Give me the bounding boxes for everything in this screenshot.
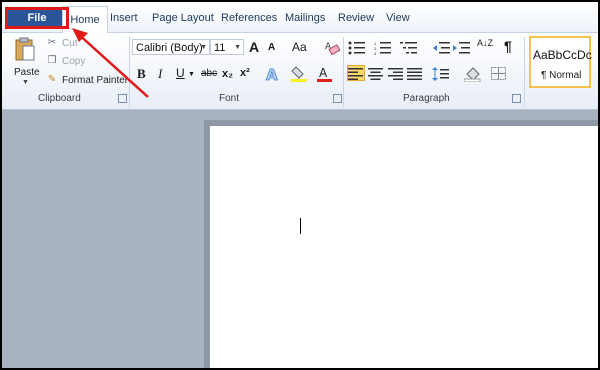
align-center-icon[interactable] bbox=[368, 67, 386, 81]
file-tab-highlight-box bbox=[5, 7, 69, 29]
scissors-icon: ✂ bbox=[47, 37, 57, 48]
paste-button[interactable]: Paste bbox=[14, 67, 40, 78]
document-page[interactable] bbox=[210, 126, 598, 368]
shrink-font-button[interactable]: A bbox=[268, 42, 275, 53]
align-right-icon[interactable] bbox=[388, 67, 406, 81]
font-group-label: Font bbox=[219, 93, 240, 104]
shading-icon[interactable] bbox=[463, 66, 482, 83]
underline-button[interactable]: U bbox=[176, 66, 185, 80]
tab-mailings[interactable]: Mailings bbox=[285, 2, 325, 32]
ribbon-home: Paste ▼ ✂ Cut ❐ Copy ✎ Format Painter Cl… bbox=[2, 33, 598, 110]
document-workspace bbox=[2, 110, 598, 368]
numbering-icon[interactable]: 123 bbox=[374, 41, 392, 56]
bold-button[interactable]: B bbox=[137, 66, 146, 82]
group-divider bbox=[343, 37, 344, 107]
svg-text:A: A bbox=[319, 66, 328, 80]
format-painter-button[interactable]: ✎ Format Painter bbox=[46, 73, 128, 87]
group-divider bbox=[524, 37, 525, 107]
tab-insert[interactable]: Insert bbox=[110, 2, 138, 32]
paintbrush-icon: ✎ bbox=[47, 74, 57, 85]
paragraph-group-label: Paragraph bbox=[403, 93, 450, 104]
clear-formatting-icon[interactable]: A bbox=[324, 39, 341, 56]
tab-page-layout[interactable]: Page Layout bbox=[152, 2, 214, 32]
font-name-combo[interactable]: Calibri (Body) ▼ bbox=[132, 39, 210, 55]
svg-text:3: 3 bbox=[374, 51, 377, 55]
format-painter-label: Format Painter bbox=[62, 74, 129, 86]
copy-button[interactable]: ❐ Copy bbox=[46, 54, 86, 68]
justify-icon[interactable] bbox=[407, 67, 425, 81]
decrease-indent-icon[interactable] bbox=[433, 41, 451, 55]
borders-icon[interactable] bbox=[491, 67, 509, 81]
underline-dropdown-icon[interactable]: ▼ bbox=[188, 71, 195, 78]
paste-dropdown-icon[interactable]: ▼ bbox=[22, 79, 29, 86]
align-left-icon bbox=[348, 67, 366, 81]
style-sample-text: AaBbCcDc bbox=[533, 48, 592, 62]
ribbon-tab-bar: File Home Insert Page Layout References … bbox=[2, 2, 598, 34]
text-effects-icon[interactable]: A bbox=[264, 65, 282, 85]
font-color-icon[interactable]: A bbox=[316, 65, 334, 83]
style-name-label: ¶ Normal bbox=[541, 70, 582, 81]
show-hide-marks-button[interactable]: ¶ bbox=[504, 38, 512, 54]
tab-references[interactable]: References bbox=[221, 2, 277, 32]
copy-label: Copy bbox=[62, 55, 86, 67]
highlighter-icon[interactable] bbox=[290, 65, 310, 83]
style-normal-tile[interactable]: AaBbCcDc ¶ Normal bbox=[529, 36, 592, 88]
word-window: File Home Insert Page Layout References … bbox=[0, 0, 600, 370]
svg-text:A: A bbox=[266, 66, 278, 83]
increase-indent-icon[interactable] bbox=[453, 41, 471, 55]
paste-icon[interactable] bbox=[14, 37, 36, 63]
cut-label: Cut bbox=[62, 37, 78, 49]
chevron-down-icon[interactable]: ▼ bbox=[200, 40, 207, 56]
multilevel-list-icon[interactable] bbox=[400, 41, 418, 55]
tab-view[interactable]: View bbox=[386, 2, 410, 32]
clipboard-dialog-launcher-icon[interactable] bbox=[118, 94, 127, 103]
cut-button[interactable]: ✂ Cut bbox=[46, 36, 78, 50]
font-size-value: 11 bbox=[214, 42, 226, 54]
copy-icon: ❐ bbox=[47, 55, 57, 66]
italic-button[interactable]: I bbox=[158, 66, 162, 82]
superscript-button[interactable]: x² bbox=[240, 67, 250, 79]
tab-review[interactable]: Review bbox=[338, 2, 374, 32]
line-spacing-icon[interactable] bbox=[432, 67, 450, 81]
change-case-button[interactable]: Aa bbox=[292, 40, 307, 54]
group-divider bbox=[129, 37, 130, 107]
chevron-down-icon[interactable]: ▼ bbox=[234, 40, 241, 56]
font-name-value: Calibri (Body) bbox=[136, 42, 203, 54]
paragraph-dialog-launcher-icon[interactable] bbox=[512, 94, 521, 103]
sort-button[interactable]: A↓Z bbox=[477, 39, 493, 48]
strikethrough-button[interactable]: abc bbox=[201, 68, 217, 79]
clipboard-group-label: Clipboard bbox=[38, 93, 81, 104]
font-size-combo[interactable]: 11 ▼ bbox=[210, 39, 244, 55]
bullets-icon[interactable] bbox=[348, 41, 366, 55]
subscript-button[interactable]: x₂ bbox=[222, 68, 233, 80]
text-cursor bbox=[300, 218, 301, 234]
grow-font-button[interactable]: A bbox=[249, 39, 259, 55]
font-dialog-launcher-icon[interactable] bbox=[333, 94, 342, 103]
